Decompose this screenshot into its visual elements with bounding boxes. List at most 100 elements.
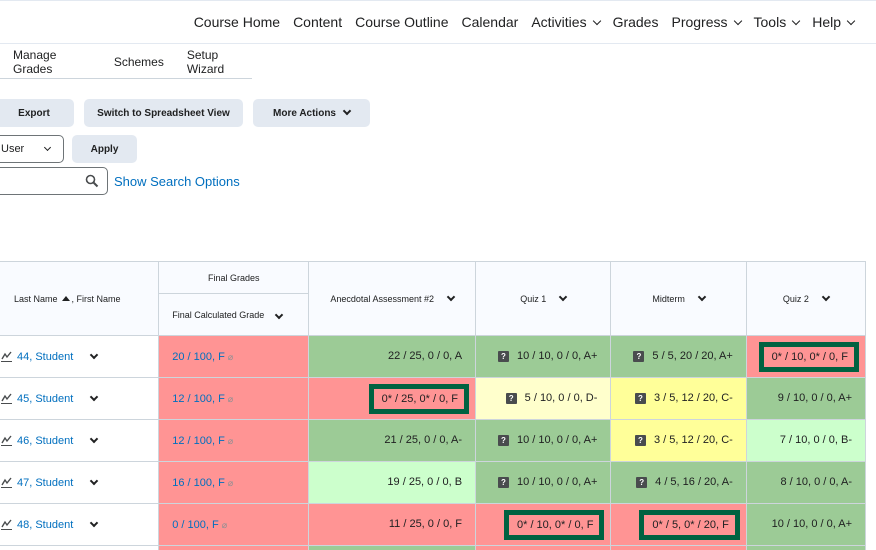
chevron-down-icon[interactable] xyxy=(821,292,831,301)
student-name-link[interactable]: 48, Student xyxy=(17,519,73,531)
grade-value: 0* / 10, 0* / 0, F xyxy=(516,518,594,531)
chevron-down-icon[interactable] xyxy=(90,476,99,486)
view-by-select[interactable]: User xyxy=(0,135,64,163)
column-header-quiz-2[interactable]: Quiz 2 xyxy=(745,261,867,336)
user-progress-icon[interactable] xyxy=(1,393,12,404)
highlighted-grade: 0* / 10, 0* / 0, F xyxy=(758,341,859,372)
switch-to-spreadsheet-button[interactable]: Switch to Spreadsheet View xyxy=(84,99,243,127)
column-header-quiz-1[interactable]: Quiz 1 xyxy=(475,261,612,336)
grade-cell[interactable]: ? 10 / 10, 0 / 0, A+ xyxy=(475,419,612,462)
grade-cell[interactable]: ? 10 / 10, 0 / 0, A+ xyxy=(475,335,612,378)
nav-item-label: Content xyxy=(293,14,343,30)
user-progress-icon[interactable] xyxy=(1,477,12,488)
grade-cell[interactable]: 11 / 25, 0 / 0, F xyxy=(308,503,477,546)
search-icon[interactable] xyxy=(85,174,99,188)
chevron-down-icon[interactable] xyxy=(697,292,707,301)
nav-item-progress[interactable]: Progress xyxy=(671,14,742,30)
final-calculated-grade-header[interactable]: Final Calculated Grade xyxy=(158,293,310,336)
apply-button[interactable]: Apply xyxy=(72,135,137,163)
grade-cell[interactable]: ? 5 / 10, 0 / 0, D- xyxy=(475,377,612,420)
user-progress-icon[interactable] xyxy=(1,435,12,446)
nav-item-activities[interactable]: Activities xyxy=(531,14,601,30)
grade-cell[interactable]: 21 / 25, 0 / 0, A- xyxy=(308,419,477,462)
user-progress-icon[interactable] xyxy=(1,519,12,530)
grade-cell[interactable]: ? 5 / 5, 20 / 20, A+ xyxy=(610,335,747,378)
final-grade-link[interactable]: 0 / 100, F xyxy=(172,519,218,531)
table-row: 47, Student 16 / 100, F ⌀ 19 / 25, 0 / 0, B… xyxy=(0,461,867,504)
grade-cell[interactable]: 0* / 10, 0* / 0, F xyxy=(745,335,867,378)
student-name-link[interactable]: 47, Student xyxy=(17,477,73,489)
last-name-sort-link[interactable]: Last Name xyxy=(14,294,58,304)
grade-cell[interactable]: ? 3 / 5, 12 / 20, C- xyxy=(610,419,747,462)
final-grade-link[interactable]: 16 / 100, F xyxy=(172,477,225,489)
feedback-icon[interactable]: ? xyxy=(498,477,509,489)
feedback-icon[interactable]: ? xyxy=(498,351,509,363)
nav-item-help[interactable]: Help xyxy=(812,14,856,30)
column-header-label: Quiz 1 xyxy=(520,293,547,304)
grade-cell[interactable]: 22 / 25, 0 / 0, A xyxy=(308,335,477,378)
nav-item-label: Help xyxy=(812,14,841,30)
nav-item-label: Course Home xyxy=(193,14,281,30)
chevron-down-icon[interactable] xyxy=(90,350,99,360)
grade-value: 5 / 10, 0 / 0, D- xyxy=(524,392,598,405)
student-name-cell: 48, Student xyxy=(0,503,160,546)
chevron-down-icon[interactable] xyxy=(90,518,99,528)
grade-cell[interactable]: 0* / 25, 0* / 0, F xyxy=(308,377,477,420)
feedback-icon[interactable]: ? xyxy=(634,435,646,447)
grade-cell[interactable]: ? 3 / 5, 12 / 20, C- xyxy=(610,377,747,420)
feedback-icon[interactable]: ? xyxy=(636,477,648,489)
column-header-anecdotal[interactable]: Anecdotal Assessment #2 xyxy=(308,261,477,336)
final-grade-link[interactable]: 12 / 100, F xyxy=(172,435,225,447)
grade-cell[interactable]: 0* / 10, 0* / 0, F xyxy=(475,503,612,546)
grade-cell[interactable]: 7 / 10, 0 / 0, B- xyxy=(745,419,867,462)
nav-item-content[interactable]: Content xyxy=(293,14,342,30)
course-navbar: Course Home Content Course Outline Calendar… xyxy=(0,0,876,44)
column-header-label: Anecdotal Assessment #2 xyxy=(330,293,434,304)
feedback-icon[interactable]: ? xyxy=(505,393,517,405)
chevron-down-icon[interactable] xyxy=(90,392,99,402)
search-input[interactable] xyxy=(0,167,108,195)
show-search-options-link[interactable]: Show Search Options xyxy=(114,174,240,189)
name-column-header[interactable]: Last Name , First Name xyxy=(0,261,160,336)
tab-manage-grades[interactable]: Manage Grades xyxy=(13,48,91,76)
table-row: 45, Student 12 / 100, F ⌀ 0* / 25, 0* / 0, … xyxy=(0,377,867,420)
first-name-sort-link[interactable]: , First Name xyxy=(72,294,121,304)
feedback-icon[interactable]: ? xyxy=(634,393,646,405)
nav-item-grades[interactable]: Grades xyxy=(613,14,659,30)
grade-cell[interactable]: 10 / 10, 0 / 0, A+ xyxy=(745,503,867,546)
final-grade-link[interactable]: 20 / 100, F xyxy=(172,351,225,363)
user-progress-icon[interactable] xyxy=(1,351,12,362)
student-name-cell: 46, Student xyxy=(0,419,160,462)
student-name-link[interactable]: 44, Student xyxy=(17,351,73,363)
grade-value: 0* / 25, 0* / 0, F xyxy=(381,392,459,405)
tab-setup-wizard[interactable]: Setup Wizard xyxy=(187,48,252,76)
nav-item-course-outline[interactable]: Course Outline xyxy=(355,14,448,30)
more-actions-button[interactable]: More Actions xyxy=(253,99,370,127)
student-name-link[interactable]: 45, Student xyxy=(17,393,73,405)
feedback-icon[interactable]: ? xyxy=(498,435,509,447)
grade-cell[interactable]: 19 / 25, 0 / 0, B xyxy=(308,461,477,504)
student-name-link[interactable]: 46, Student xyxy=(17,435,73,447)
chevron-down-icon[interactable] xyxy=(275,310,284,319)
nav-item-tools[interactable]: Tools xyxy=(754,14,801,30)
export-button[interactable]: Export xyxy=(0,99,74,127)
export-button-label: Export xyxy=(18,107,50,119)
grade-cell[interactable]: 8 / 10, 0 / 0, A- xyxy=(745,461,867,504)
feedback-icon[interactable]: ? xyxy=(633,351,645,363)
chevron-down-icon[interactable] xyxy=(558,292,568,301)
tab-schemes[interactable]: Schemes xyxy=(114,55,164,69)
grade-cell[interactable]: ? 10 / 10, 0 / 0, A+ xyxy=(475,461,612,504)
grade-cell[interactable]: 9 / 10, 0 / 0, A+ xyxy=(745,377,867,420)
nav-item-label: Calendar xyxy=(461,14,519,30)
chevron-down-icon[interactable] xyxy=(90,434,99,444)
grade-cell[interactable]: ? 4 / 5, 16 / 20, A- xyxy=(610,461,747,504)
grade-cell[interactable]: 0* / 5, 0* / 20, F xyxy=(610,503,747,546)
nav-item-calendar[interactable]: Calendar xyxy=(462,14,519,30)
column-header-midterm[interactable]: Midterm xyxy=(610,261,747,336)
partial-cell xyxy=(745,545,867,550)
hidden-from-users-icon: ⌀ xyxy=(227,435,234,446)
final-grade-link[interactable]: 12 / 100, F xyxy=(172,393,225,405)
chevron-down-icon[interactable] xyxy=(446,292,456,301)
partial-cell xyxy=(158,545,310,550)
nav-item-course-home[interactable]: Course Home xyxy=(194,14,280,30)
